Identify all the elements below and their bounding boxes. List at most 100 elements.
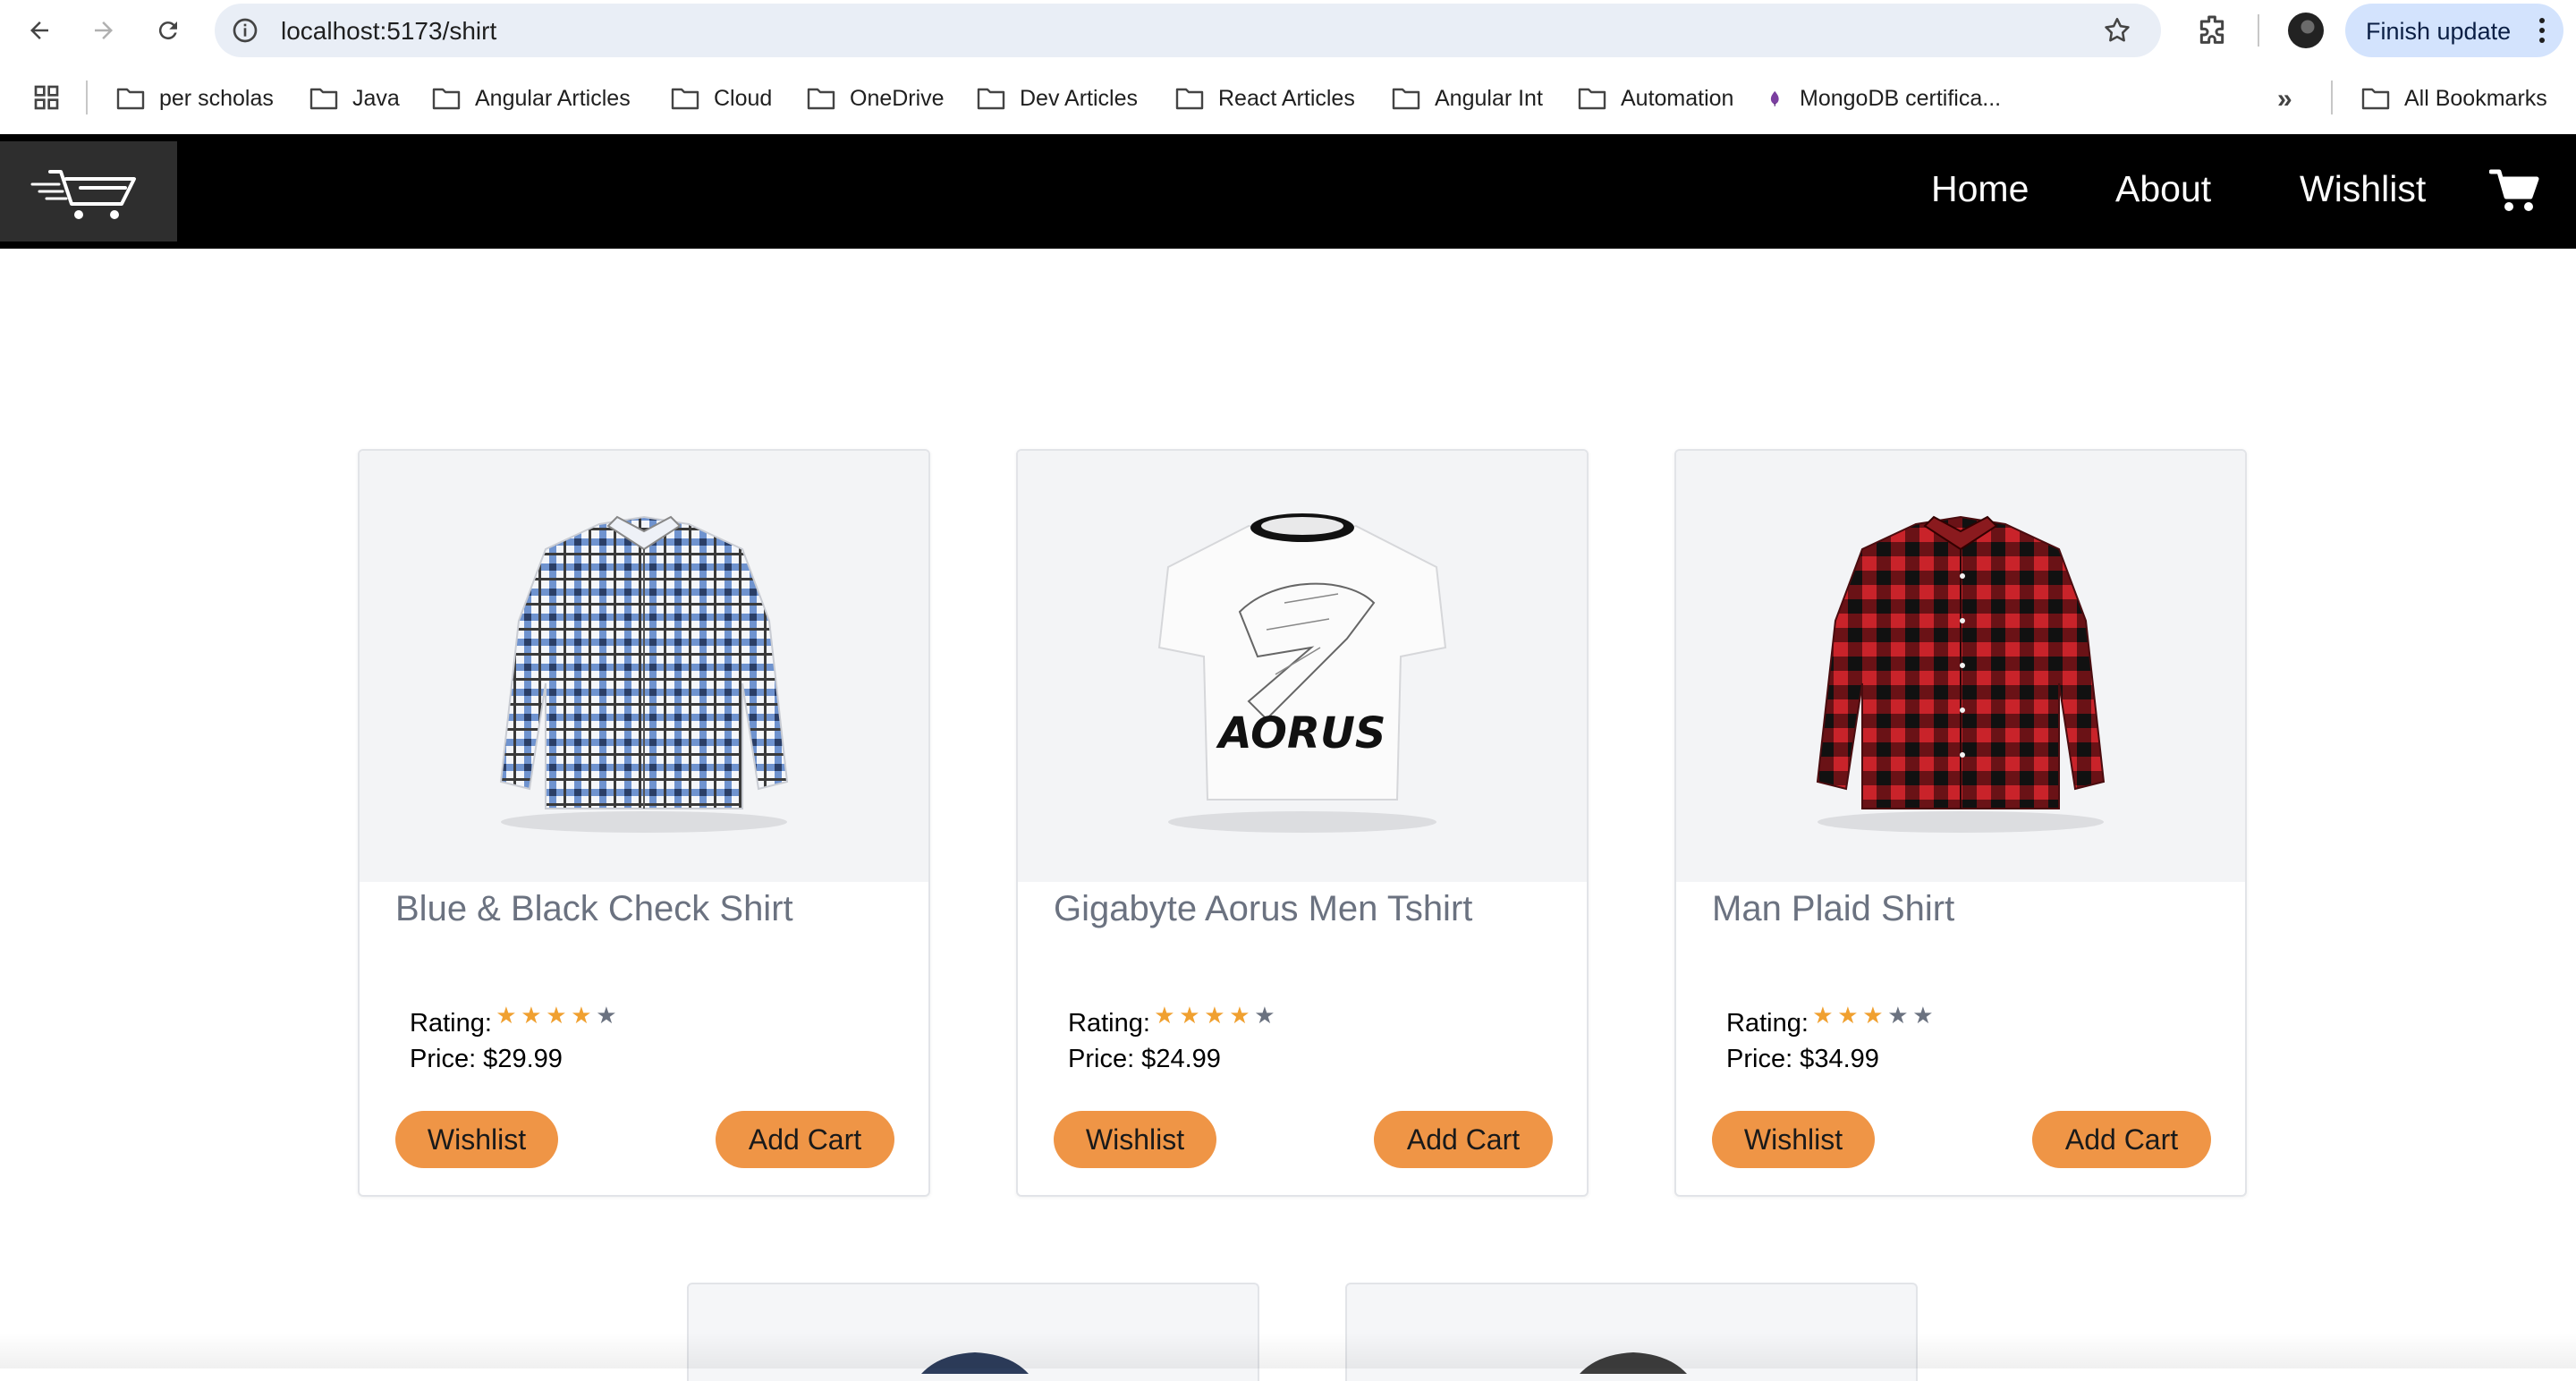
bookmark-label: React Articles xyxy=(1218,85,1355,111)
bookmark-label: OneDrive xyxy=(850,85,945,111)
star-empty-icon: ★ xyxy=(596,1002,617,1029)
finish-update-label: Finish update xyxy=(2366,18,2512,45)
url-text[interactable]: localhost:5173/shirt xyxy=(281,17,496,46)
cart-logo-icon xyxy=(30,170,136,219)
star-filled-icon: ★ xyxy=(1154,1002,1175,1029)
folder-icon xyxy=(977,88,1005,110)
product-card: AORUS Gigabyte Aorus Men Tshirt Rating: … xyxy=(1016,449,1589,1197)
bookmarks-divider xyxy=(2331,80,2333,114)
profile-avatar[interactable] xyxy=(2288,13,2324,48)
product-price: Price: $34.99 xyxy=(1726,1045,1879,1073)
bookmark-label: Cloud xyxy=(714,85,773,111)
toolbar-divider xyxy=(2258,14,2259,47)
star-empty-icon: ★ xyxy=(1254,1002,1275,1029)
rating-stars: ★ ★ ★ ★ ★ xyxy=(1810,1002,1936,1029)
product-title[interactable]: Gigabyte Aorus Men Tshirt xyxy=(1054,889,1472,929)
star-filled-icon: ★ xyxy=(521,1002,542,1029)
wishlist-button[interactable]: Wishlist xyxy=(395,1111,558,1168)
bookmark-automation[interactable]: Automation xyxy=(1578,80,1733,116)
star-filled-icon: ★ xyxy=(1229,1002,1250,1029)
bookmark-label: Angular Int xyxy=(1435,85,1543,111)
reload-button[interactable] xyxy=(147,9,190,52)
star-filled-icon: ★ xyxy=(546,1002,567,1029)
bookmark-angular-int[interactable]: Angular Int xyxy=(1392,80,1543,116)
site-navbar: Home About Wishlist xyxy=(0,134,2576,249)
bookmark-label: Automation xyxy=(1621,85,1734,111)
add-cart-button[interactable]: Add Cart xyxy=(1374,1111,1553,1168)
product-rating: Rating: ★ ★ ★ ★ ★ xyxy=(1726,1002,1936,1038)
arrow-right-icon xyxy=(95,21,113,39)
rating-label: Rating: xyxy=(1726,1009,1809,1038)
all-bookmarks-button[interactable]: All Bookmarks xyxy=(2361,80,2547,116)
bookmark-star-icon[interactable] xyxy=(2102,15,2132,46)
reload-icon xyxy=(158,21,177,40)
bookmark-mongodb[interactable]: MongoDB certifica... xyxy=(1769,80,2001,116)
folder-icon xyxy=(2361,88,2390,110)
address-bar[interactable]: localhost:5173/shirt xyxy=(215,4,2161,57)
blue-check-shirt-image xyxy=(499,515,789,833)
product-price: Price: $29.99 xyxy=(410,1045,563,1073)
product-price: Price: $24.99 xyxy=(1068,1045,1221,1073)
folder-icon xyxy=(1392,88,1420,110)
bookmark-angular-articles[interactable]: Angular Articles xyxy=(432,80,631,116)
bookmark-label: Angular Articles xyxy=(475,85,631,111)
page-bottom-shadow xyxy=(0,1333,2576,1368)
nav-home-link[interactable]: Home xyxy=(1931,168,2029,210)
back-button[interactable] xyxy=(18,9,61,52)
wishlist-button[interactable]: Wishlist xyxy=(1712,1111,1875,1168)
site-info-icon[interactable] xyxy=(231,16,259,45)
product-title[interactable]: Man Plaid Shirt xyxy=(1712,889,1954,929)
product-card: Man Plaid Shirt Rating: ★ ★ ★ ★ ★ Price: $34… xyxy=(1674,449,2247,1197)
bookmark-react-articles[interactable]: React Articles xyxy=(1175,80,1355,116)
star-filled-icon: ★ xyxy=(1812,1002,1834,1029)
bookmarks-divider xyxy=(86,80,88,114)
nav-about-link[interactable]: About xyxy=(2115,168,2211,210)
more-menu-icon xyxy=(2539,18,2545,43)
mongodb-leaf-icon xyxy=(1770,90,1779,106)
red-plaid-shirt-image xyxy=(1816,515,2106,833)
apps-grid-icon[interactable] xyxy=(32,83,61,112)
product-image[interactable]: AORUS xyxy=(1018,451,1587,882)
tshirt-print-text: AORUS xyxy=(1216,708,1386,758)
finish-update-button[interactable]: Finish update xyxy=(2345,4,2563,57)
bookmark-label: MongoDB certifica... xyxy=(1800,85,2002,111)
aorus-tshirt-image: AORUS xyxy=(1157,513,1447,833)
product-image[interactable] xyxy=(360,451,928,882)
site-logo[interactable] xyxy=(0,141,177,241)
nav-wishlist-link[interactable]: Wishlist xyxy=(2300,168,2426,210)
shopping-cart-icon[interactable] xyxy=(2489,166,2539,213)
product-image[interactable] xyxy=(1676,451,2245,882)
star-filled-icon: ★ xyxy=(1862,1002,1884,1029)
star-filled-icon: ★ xyxy=(571,1002,592,1029)
extensions-puzzle-icon[interactable] xyxy=(2194,13,2230,48)
product-title[interactable]: Blue & Black Check Shirt xyxy=(395,889,793,929)
rating-label: Rating: xyxy=(410,1009,492,1038)
folder-icon xyxy=(671,88,699,110)
bookmark-onedrive[interactable]: OneDrive xyxy=(807,80,945,116)
add-cart-button[interactable]: Add Cart xyxy=(2032,1111,2211,1168)
star-filled-icon: ★ xyxy=(1837,1002,1859,1029)
bookmark-label: per scholas xyxy=(159,85,274,111)
star-filled-icon: ★ xyxy=(1179,1002,1200,1029)
browser-toolbar: localhost:5173/shirt Finish update xyxy=(0,0,2576,61)
bookmarks-bar: per scholas Java Angular Articles Cloud … xyxy=(0,61,2576,134)
folder-icon xyxy=(309,88,338,110)
rating-stars: ★ ★ ★ ★ ★ xyxy=(1152,1002,1277,1029)
folder-icon xyxy=(1578,88,1606,110)
bookmark-cloud[interactable]: Cloud xyxy=(671,80,772,116)
add-cart-button[interactable]: Add Cart xyxy=(716,1111,894,1168)
folder-icon xyxy=(116,88,145,110)
forward-button[interactable] xyxy=(82,9,125,52)
product-rating: Rating: ★ ★ ★ ★ ★ xyxy=(410,1002,619,1038)
bookmark-per-scholas[interactable]: per scholas xyxy=(116,80,274,116)
wishlist-button[interactable]: Wishlist xyxy=(1054,1111,1216,1168)
bookmark-dev-articles[interactable]: Dev Articles xyxy=(977,80,1138,116)
all-bookmarks-label: All Bookmarks xyxy=(2404,85,2547,111)
bookmark-java[interactable]: Java xyxy=(309,80,400,116)
star-empty-icon: ★ xyxy=(1912,1002,1934,1029)
product-card: Blue & Black Check Shirt Rating: ★ ★ ★ ★ ★ P… xyxy=(358,449,930,1197)
arrow-left-icon xyxy=(30,21,48,39)
folder-icon xyxy=(432,88,461,110)
bookmarks-overflow-button[interactable]: » xyxy=(2277,84,2292,114)
star-empty-icon: ★ xyxy=(1887,1002,1909,1029)
